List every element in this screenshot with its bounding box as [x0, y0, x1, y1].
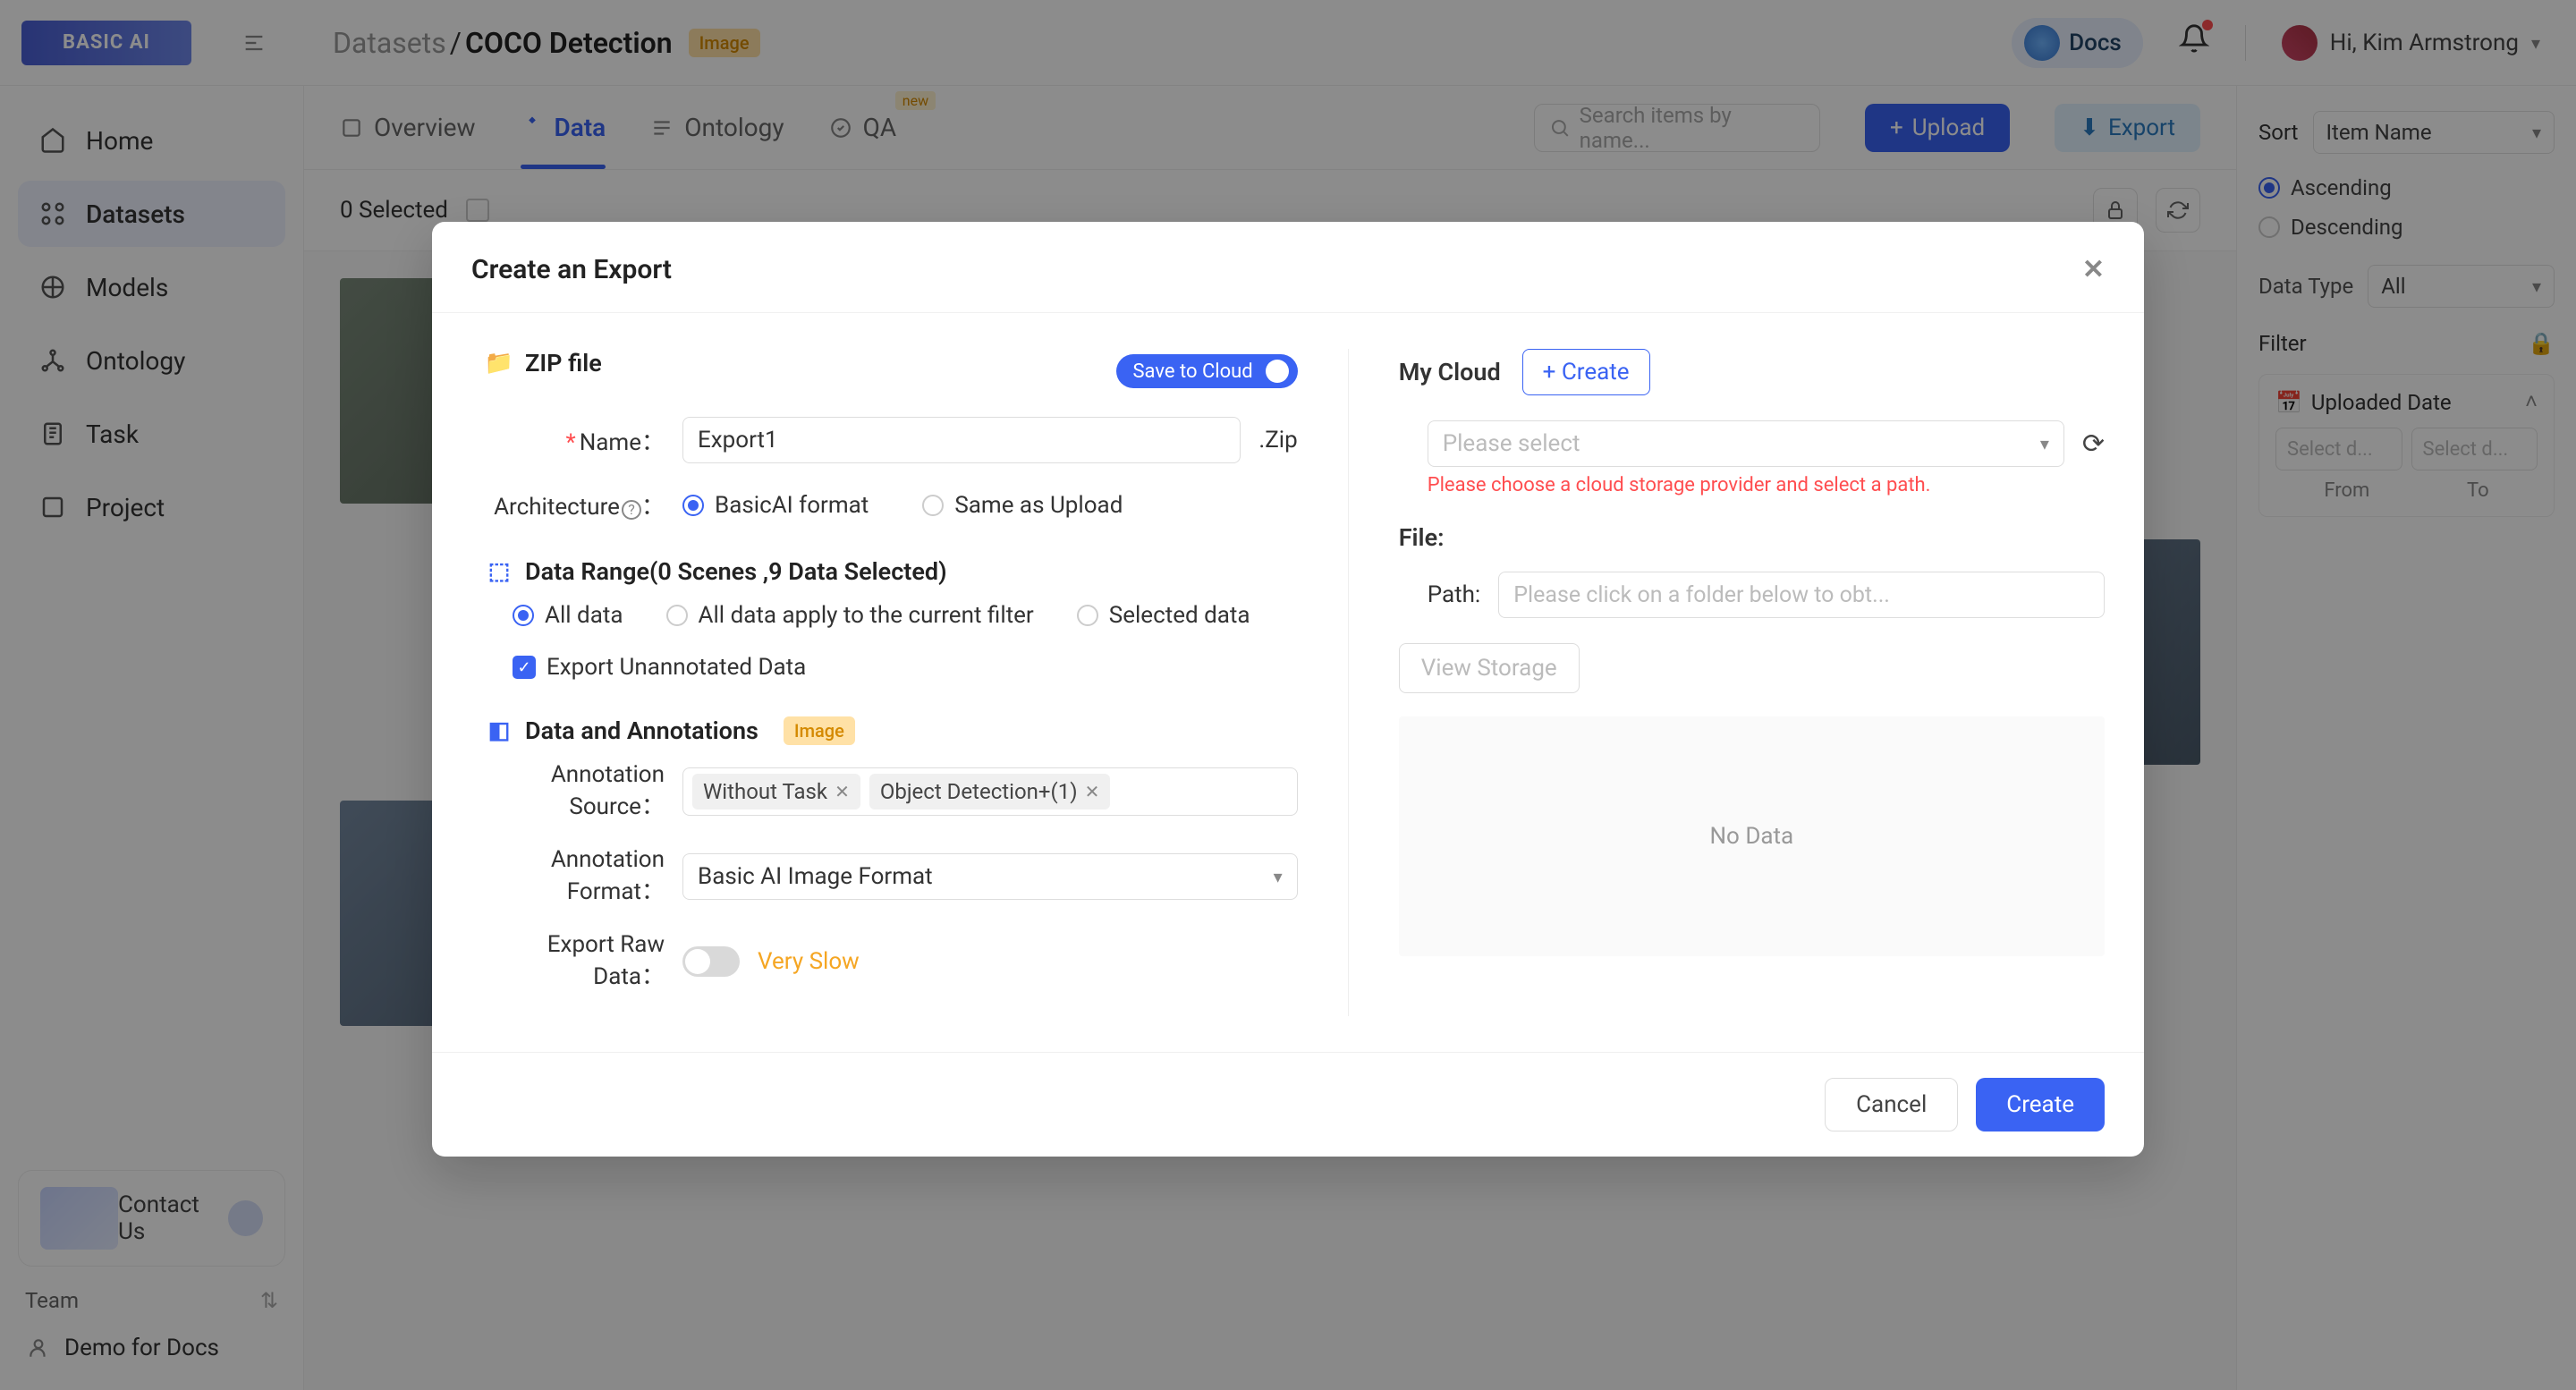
view-storage-button[interactable]: View Storage [1399, 643, 1580, 693]
image-tag: Image [784, 716, 855, 745]
source-tag: Object Detection+(1)✕ [869, 774, 1111, 809]
radio-icon [682, 495, 704, 516]
close-button[interactable]: ✕ [2082, 254, 2105, 285]
radio-icon [513, 605, 534, 626]
toggle-knob-icon [685, 949, 710, 974]
modal-footer: Cancel Create [432, 1052, 2144, 1157]
radio-icon [666, 605, 688, 626]
range-icon: ⬚ [486, 558, 513, 585]
export-right-col: My Cloud + Create Please select▾ ⟳ Pleas… [1349, 349, 2105, 1016]
export-modal: Create an Export ✕ 📁ZIP file Save to Clo… [432, 222, 2144, 1157]
tag-remove-icon[interactable]: ✕ [835, 781, 850, 802]
export-left-col: 📁ZIP file Save to Cloud *Name： .Zip Arch… [486, 349, 1349, 1016]
file-label: File: [1399, 523, 2105, 552]
cube-icon: ◧ [486, 717, 513, 744]
create-export-button[interactable]: Create [1976, 1078, 2105, 1131]
cancel-button[interactable]: Cancel [1825, 1078, 1958, 1131]
no-data-box: No Data [1399, 716, 2105, 956]
create-cloud-button[interactable]: + Create [1522, 349, 1650, 395]
folder-icon: 📁 [486, 350, 513, 377]
annotation-format-select[interactable]: Basic AI Image Format▾ [682, 853, 1298, 900]
export-name-input[interactable] [682, 417, 1241, 463]
very-slow-label: Very Slow [758, 948, 860, 975]
range-selected-radio[interactable]: Selected data [1077, 602, 1250, 629]
toggle-knob-icon [1266, 360, 1289, 383]
zip-suffix: .Zip [1258, 427, 1297, 453]
export-raw-toggle[interactable] [682, 946, 740, 977]
chevron-down-icon: ▾ [2040, 433, 2049, 454]
radio-icon [1077, 605, 1098, 626]
cloud-provider-select[interactable]: Please select▾ [1428, 420, 2064, 467]
mycloud-label: My Cloud [1399, 358, 1501, 386]
info-icon[interactable]: ? [622, 500, 641, 520]
arch-basicai-radio[interactable]: BasicAI format [682, 492, 869, 519]
path-label: Path: [1428, 581, 1481, 608]
range-all-radio[interactable]: All data [513, 602, 623, 629]
cloud-warning: Please choose a cloud storage provider a… [1399, 474, 2105, 496]
tag-remove-icon[interactable]: ✕ [1085, 781, 1100, 802]
refresh-cloud-button[interactable]: ⟳ [2082, 428, 2105, 460]
export-unannotated-checkbox[interactable]: ✓Export Unannotated Data [513, 654, 806, 681]
modal-header: Create an Export ✕ [432, 222, 2144, 313]
annotation-source-select[interactable]: Without Task✕ Object Detection+(1)✕ [682, 767, 1298, 816]
range-filter-radio[interactable]: All data apply to the current filter [666, 602, 1034, 629]
modal-title: Create an Export [471, 254, 672, 285]
radio-icon [922, 495, 944, 516]
checkbox-checked-icon: ✓ [513, 656, 536, 679]
chevron-down-icon: ▾ [1274, 866, 1283, 887]
arch-same-radio[interactable]: Same as Upload [922, 492, 1123, 519]
source-tag: Without Task✕ [692, 774, 860, 809]
save-to-cloud-toggle[interactable]: Save to Cloud [1116, 354, 1297, 388]
path-input[interactable]: Please click on a folder below to obt... [1498, 572, 2105, 618]
